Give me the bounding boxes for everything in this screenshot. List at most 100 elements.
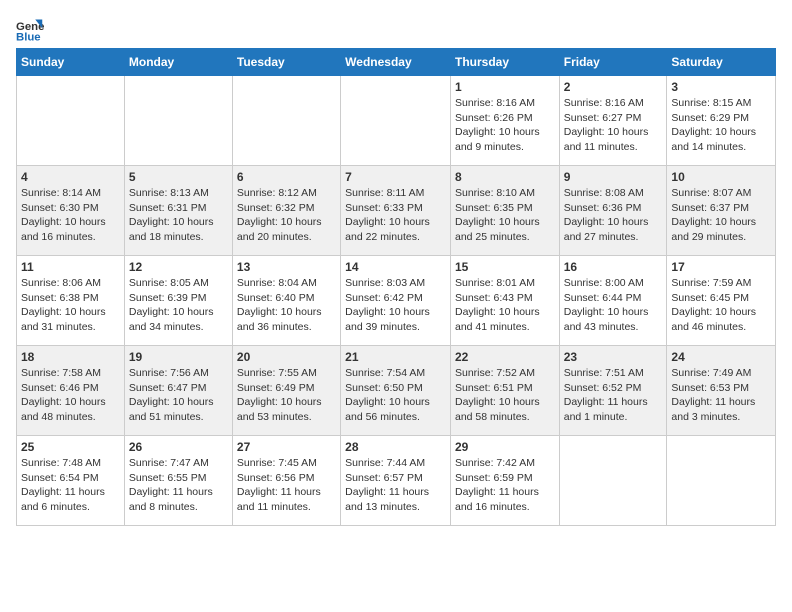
day-detail: Sunrise: 8:03 AM Sunset: 6:42 PM Dayligh… (345, 276, 446, 335)
calendar-cell: 2 Sunrise: 8:16 AM Sunset: 6:27 PM Daylig… (559, 76, 667, 166)
calendar-cell (17, 76, 125, 166)
day-number: 17 (671, 260, 771, 274)
weekday-header: Monday (124, 49, 232, 76)
day-number: 28 (345, 440, 446, 454)
calendar-cell: 3 Sunrise: 8:15 AM Sunset: 6:29 PM Daylig… (667, 76, 776, 166)
svg-text:Blue: Blue (16, 32, 41, 44)
day-detail: Sunrise: 7:49 AM Sunset: 6:53 PM Dayligh… (671, 366, 771, 425)
day-detail: Sunrise: 8:07 AM Sunset: 6:37 PM Dayligh… (671, 186, 771, 245)
day-number: 1 (455, 80, 555, 94)
calendar-cell: 11 Sunrise: 8:06 AM Sunset: 6:38 PM Dayli… (17, 256, 125, 346)
day-detail: Sunrise: 7:45 AM Sunset: 6:56 PM Dayligh… (237, 456, 336, 515)
calendar-cell: 20 Sunrise: 7:55 AM Sunset: 6:49 PM Dayli… (232, 346, 340, 436)
weekday-header: Wednesday (341, 49, 451, 76)
day-number: 7 (345, 170, 446, 184)
calendar-week-row: 4 Sunrise: 8:14 AM Sunset: 6:30 PM Daylig… (17, 166, 776, 256)
calendar-cell: 17 Sunrise: 7:59 AM Sunset: 6:45 PM Dayli… (667, 256, 776, 346)
weekday-header: Sunday (17, 49, 125, 76)
calendar-cell: 16 Sunrise: 8:00 AM Sunset: 6:44 PM Dayli… (559, 256, 667, 346)
day-detail: Sunrise: 8:16 AM Sunset: 6:26 PM Dayligh… (455, 96, 555, 155)
day-number: 11 (21, 260, 120, 274)
calendar-cell (559, 436, 667, 526)
day-detail: Sunrise: 7:47 AM Sunset: 6:55 PM Dayligh… (129, 456, 228, 515)
calendar-cell: 8 Sunrise: 8:10 AM Sunset: 6:35 PM Daylig… (450, 166, 559, 256)
calendar-cell: 24Sunrise: 7:49 AM Sunset: 6:53 PM Dayli… (667, 346, 776, 436)
calendar-cell: 27 Sunrise: 7:45 AM Sunset: 6:56 PM Dayli… (232, 436, 340, 526)
day-number: 8 (455, 170, 555, 184)
calendar-cell: 18Sunrise: 7:58 AM Sunset: 6:46 PM Dayli… (17, 346, 125, 436)
day-number: 25 (21, 440, 120, 454)
calendar-cell (232, 76, 340, 166)
calendar-week-row: 1 Sunrise: 8:16 AM Sunset: 6:26 PM Daylig… (17, 76, 776, 166)
calendar-cell: 9 Sunrise: 8:08 AM Sunset: 6:36 PM Daylig… (559, 166, 667, 256)
calendar-cell (667, 436, 776, 526)
day-number: 27 (237, 440, 336, 454)
day-number: 15 (455, 260, 555, 274)
logo-icon: General Blue (16, 16, 44, 44)
day-number: 16 (564, 260, 663, 274)
day-number: 26 (129, 440, 228, 454)
calendar-cell: 15 Sunrise: 8:01 AM Sunset: 6:43 PM Dayli… (450, 256, 559, 346)
calendar-week-row: 25 Sunrise: 7:48 AM Sunset: 6:54 PM Dayli… (17, 436, 776, 526)
day-detail: Sunrise: 8:05 AM Sunset: 6:39 PM Dayligh… (129, 276, 228, 335)
day-number: 23 (564, 350, 663, 364)
day-number: 21 (345, 350, 446, 364)
weekday-header: Friday (559, 49, 667, 76)
day-number: 4 (21, 170, 120, 184)
day-detail: Sunrise: 7:56 AM Sunset: 6:47 PM Dayligh… (129, 366, 228, 425)
calendar-week-row: 11 Sunrise: 8:06 AM Sunset: 6:38 PM Dayli… (17, 256, 776, 346)
day-detail: Sunrise: 7:48 AM Sunset: 6:54 PM Dayligh… (21, 456, 120, 515)
day-number: 3 (671, 80, 771, 94)
day-number: 22 (455, 350, 555, 364)
day-detail: Sunrise: 8:15 AM Sunset: 6:29 PM Dayligh… (671, 96, 771, 155)
day-detail: Sunrise: 8:08 AM Sunset: 6:36 PM Dayligh… (564, 186, 663, 245)
day-number: 13 (237, 260, 336, 274)
day-detail: Sunrise: 7:42 AM Sunset: 6:59 PM Dayligh… (455, 456, 555, 515)
day-detail: Sunrise: 8:00 AM Sunset: 6:44 PM Dayligh… (564, 276, 663, 335)
calendar-cell: 5Sunrise: 8:13 AM Sunset: 6:31 PM Daylig… (124, 166, 232, 256)
day-detail: Sunrise: 8:12 AM Sunset: 6:32 PM Dayligh… (237, 186, 336, 245)
logo: General Blue (16, 16, 46, 44)
weekday-header: Saturday (667, 49, 776, 76)
day-detail: Sunrise: 7:52 AM Sunset: 6:51 PM Dayligh… (455, 366, 555, 425)
calendar-cell: 28 Sunrise: 7:44 AM Sunset: 6:57 PM Dayli… (341, 436, 451, 526)
day-detail: Sunrise: 8:04 AM Sunset: 6:40 PM Dayligh… (237, 276, 336, 335)
calendar-table: SundayMondayTuesdayWednesdayThursdayFrid… (16, 48, 776, 526)
calendar-cell: 21 Sunrise: 7:54 AM Sunset: 6:50 PM Dayli… (341, 346, 451, 436)
calendar-cell: 26 Sunrise: 7:47 AM Sunset: 6:55 PM Dayli… (124, 436, 232, 526)
calendar-cell (341, 76, 451, 166)
day-number: 2 (564, 80, 663, 94)
calendar-cell: 23Sunrise: 7:51 AM Sunset: 6:52 PM Dayli… (559, 346, 667, 436)
calendar-cell: 7Sunrise: 8:11 AM Sunset: 6:33 PM Daylig… (341, 166, 451, 256)
calendar-cell: 6 Sunrise: 8:12 AM Sunset: 6:32 PM Daylig… (232, 166, 340, 256)
day-detail: Sunrise: 8:01 AM Sunset: 6:43 PM Dayligh… (455, 276, 555, 335)
calendar-header: SundayMondayTuesdayWednesdayThursdayFrid… (17, 49, 776, 76)
calendar-week-row: 18Sunrise: 7:58 AM Sunset: 6:46 PM Dayli… (17, 346, 776, 436)
calendar-cell: 22 Sunrise: 7:52 AM Sunset: 6:51 PM Dayli… (450, 346, 559, 436)
page-header: General Blue (16, 16, 776, 44)
day-detail: Sunrise: 7:59 AM Sunset: 6:45 PM Dayligh… (671, 276, 771, 335)
day-number: 6 (237, 170, 336, 184)
calendar-cell: 25 Sunrise: 7:48 AM Sunset: 6:54 PM Dayli… (17, 436, 125, 526)
calendar-cell: 1 Sunrise: 8:16 AM Sunset: 6:26 PM Daylig… (450, 76, 559, 166)
day-detail: Sunrise: 7:54 AM Sunset: 6:50 PM Dayligh… (345, 366, 446, 425)
day-number: 12 (129, 260, 228, 274)
day-number: 20 (237, 350, 336, 364)
day-number: 18 (21, 350, 120, 364)
calendar-cell: 29Sunrise: 7:42 AM Sunset: 6:59 PM Dayli… (450, 436, 559, 526)
day-detail: Sunrise: 8:16 AM Sunset: 6:27 PM Dayligh… (564, 96, 663, 155)
weekday-header: Thursday (450, 49, 559, 76)
day-detail: Sunrise: 8:14 AM Sunset: 6:30 PM Dayligh… (21, 186, 120, 245)
day-number: 9 (564, 170, 663, 184)
calendar-cell: 13 Sunrise: 8:04 AM Sunset: 6:40 PM Dayli… (232, 256, 340, 346)
day-number: 19 (129, 350, 228, 364)
day-detail: Sunrise: 7:44 AM Sunset: 6:57 PM Dayligh… (345, 456, 446, 515)
day-detail: Sunrise: 8:10 AM Sunset: 6:35 PM Dayligh… (455, 186, 555, 245)
calendar-cell (124, 76, 232, 166)
day-detail: Sunrise: 7:55 AM Sunset: 6:49 PM Dayligh… (237, 366, 336, 425)
calendar-cell: 4 Sunrise: 8:14 AM Sunset: 6:30 PM Daylig… (17, 166, 125, 256)
calendar-cell: 12 Sunrise: 8:05 AM Sunset: 6:39 PM Dayli… (124, 256, 232, 346)
weekday-header: Tuesday (232, 49, 340, 76)
day-number: 5 (129, 170, 228, 184)
day-detail: Sunrise: 8:06 AM Sunset: 6:38 PM Dayligh… (21, 276, 120, 335)
